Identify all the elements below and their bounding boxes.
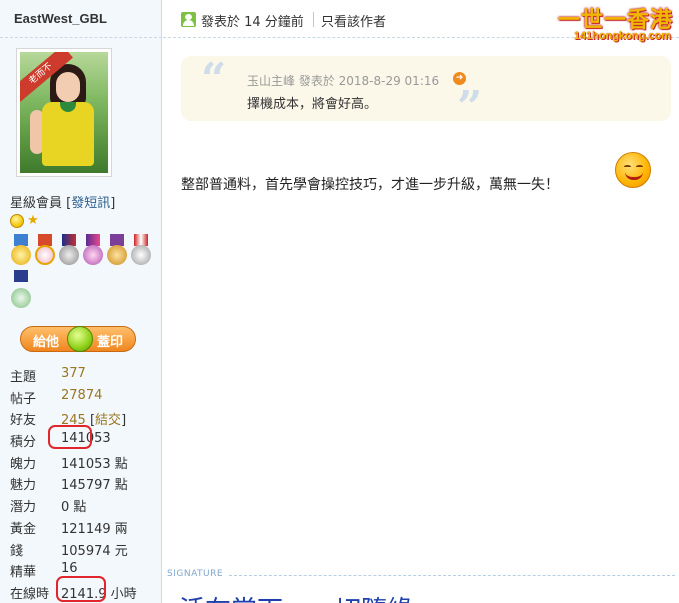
highlight-box-online-time (56, 576, 106, 602)
author-sidebar: EastWest_GBL 老而不 星級會員 [發短訊] ★ 給他 蓋印 主題 3… (0, 0, 162, 603)
post-content: 發表於 14 分鐘前 只看該作者 一世一香港 141hongkong.com “… (163, 0, 679, 603)
user-icon (181, 12, 196, 27)
stat-unit: 小時 (110, 586, 137, 602)
quote-text: 擇機成本，將會好高。 (247, 97, 378, 112)
medal-list (10, 234, 154, 312)
smiley-icon (10, 214, 24, 228)
stat-row: 魄力 141053 點 (10, 453, 158, 475)
site-logo-url: 141hongkong.com (573, 30, 671, 42)
stat-value[interactable]: 27874 (61, 388, 102, 403)
avatar[interactable]: 老而不 (16, 48, 112, 177)
stat-row: 帖子 27874 (10, 387, 103, 407)
stat-row: 主題 377 (10, 366, 86, 385)
stat-value: 16 (61, 561, 78, 577)
medal-icon[interactable] (58, 234, 80, 268)
member-level: 星級會員 (10, 196, 63, 211)
add-friend-link[interactable]: 結交 (95, 413, 121, 428)
highlight-box-points (48, 425, 92, 449)
post-body-text: 整部普通料，首先學會操控技巧，才進一步升級，萬無一失！ (181, 177, 559, 193)
give-stamp-button[interactable]: 給他 蓋印 (20, 326, 136, 352)
close-quote-icon: ” (457, 82, 483, 133)
username-divider (0, 37, 162, 38)
avatar-image: 老而不 (20, 52, 108, 173)
medal-icon[interactable] (34, 234, 56, 268)
signature-divider (229, 575, 675, 576)
only-author-link[interactable]: 只看該作者 (321, 11, 386, 30)
stat-row: 錢 105974 元 (10, 540, 158, 562)
member-level-line: 星級會員 [發短訊] (10, 196, 116, 211)
stat-row: 魅力 145797 點 (10, 474, 158, 496)
medal-icon[interactable] (10, 270, 32, 312)
medal-icon[interactable] (10, 234, 32, 268)
posted-time: 發表於 14 分鐘前 (201, 15, 304, 30)
stat-row: 潛力 0 點 (10, 496, 158, 518)
level-icons: ★ (10, 214, 40, 228)
star-icon: ★ (27, 213, 39, 228)
green-ball-icon (67, 326, 93, 352)
open-quote-icon: “ (201, 54, 227, 105)
stat-value[interactable]: 377 (61, 366, 86, 381)
stamp-label: 蓋印 (96, 335, 123, 350)
medal-icon[interactable] (106, 234, 128, 268)
stat-value: 145797 點 (61, 478, 128, 494)
author-stats: 主題 377 帖子 27874 好友 245 [結交] 積分 141053 魄力… (10, 366, 158, 603)
site-logo[interactable]: 一世一香港 141hongkong.com (555, 2, 673, 46)
give-label: 給他 (33, 335, 60, 350)
stat-value: 121149 兩 (61, 521, 128, 537)
medal-icon[interactable] (130, 234, 152, 268)
signature-label: SIGNATURE (167, 569, 224, 579)
author-username[interactable]: EastWest_GBL (14, 11, 107, 26)
header-divider (313, 12, 314, 27)
laughing-emoji-icon (615, 152, 651, 188)
stat-value: 105974 元 (61, 543, 128, 559)
quote-block: “ 玉山主峰 發表於 2018-8-29 01:16 ➜ 擇機成本，將會好高。 … (181, 54, 671, 130)
stat-value: 141053 點 (61, 456, 128, 472)
send-sms-link[interactable]: 發短訊 (71, 196, 110, 211)
stat-value: 0 點 (61, 500, 87, 516)
quote-meta: 玉山主峰 發表於 2018-8-29 01:16 (247, 74, 440, 88)
medal-icon[interactable] (82, 234, 104, 268)
stat-row: 黃金 121149 兩 (10, 518, 158, 540)
signature-text: 活在當下……切隨緣 (179, 590, 413, 603)
